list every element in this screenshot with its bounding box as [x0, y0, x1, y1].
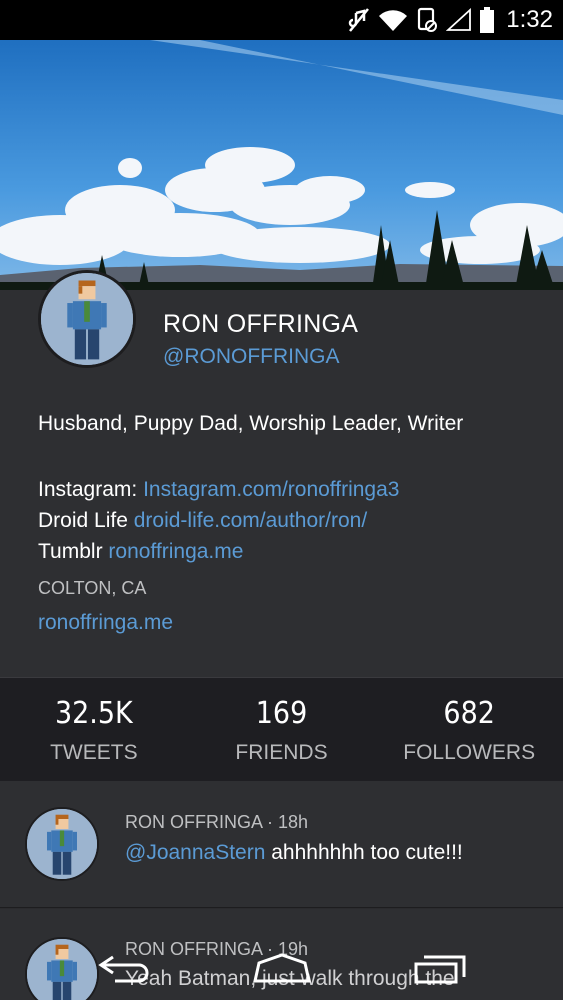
profile-bio: Husband, Puppy Dad, Worship Leader, Writ…	[38, 412, 464, 435]
navigation-bar	[0, 935, 563, 1000]
back-button[interactable]	[65, 935, 185, 1000]
tweet-time: 18h	[278, 812, 309, 832]
profile-links: Instagram: Instagram.com/ronoffringa3 Dr…	[38, 474, 399, 567]
bio-link-label: Instagram:	[38, 478, 138, 501]
status-bar: 1:32	[0, 0, 563, 40]
bio-link-line: Instagram: Instagram.com/ronoffringa3	[38, 474, 399, 505]
tumblr-link[interactable]: ronoffringa.me	[108, 540, 243, 563]
signal-icon	[446, 8, 472, 31]
profile-banner	[0, 40, 563, 290]
tweet-mention-link[interactable]: @JoannaStern	[125, 841, 265, 864]
tweet-body: ahhhhhhh too cute!!!	[265, 841, 463, 864]
profile-avatar[interactable]	[38, 270, 136, 368]
instagram-link[interactable]: Instagram.com/ronoffringa3	[143, 478, 399, 501]
profile-website-link[interactable]: ronoffringa.me	[38, 611, 173, 635]
avatar-image	[27, 809, 97, 879]
stat-label: FOLLOWERS	[403, 741, 536, 764]
profile-handle[interactable]: @RONOFFRINGA	[163, 345, 339, 369]
stat-count: 169	[255, 696, 308, 731]
stat-count: 682	[443, 696, 495, 731]
stat-followers[interactable]: 682 FOLLOWERS	[375, 678, 563, 781]
profile-stats: 32.5K TWEETS 169 FRIENDS 682 FOLLOWERS	[0, 677, 563, 781]
bio-link-label: Droid Life	[38, 509, 128, 532]
home-button[interactable]	[222, 935, 342, 1000]
stat-friends[interactable]: 169 FRIENDS	[188, 678, 376, 781]
clock: 1:32	[506, 6, 553, 33]
recent-apps-button[interactable]	[380, 935, 500, 1000]
back-icon	[98, 955, 149, 982]
tweet-author: RON OFFRINGA	[125, 812, 263, 832]
battery-icon	[480, 7, 495, 33]
tweet-avatar[interactable]	[25, 807, 99, 881]
bio-link-line: Tumblr ronoffringa.me	[38, 536, 399, 567]
stat-label: FRIENDS	[235, 741, 328, 764]
recent-apps-icon	[414, 955, 466, 983]
stat-count: 32.5K	[54, 696, 133, 731]
tweet-meta: RON OFFRINGA · 18h	[125, 812, 309, 832]
bio-link-line: Droid Life droid-life.com/author/ron/	[38, 505, 399, 536]
bio-link-label: Tumblr	[38, 540, 103, 563]
stat-tweets[interactable]: 32.5K TWEETS	[0, 678, 188, 781]
banner-image	[0, 40, 563, 290]
nfc-icon	[418, 7, 438, 32]
profile-name: RON OFFRINGA	[163, 310, 359, 338]
tweet-item[interactable]: RON OFFRINGA · 18h @JoannaStern ahhhhhhh…	[0, 781, 563, 908]
status-icons: 1:32	[348, 0, 553, 40]
stat-label: TWEETS	[50, 741, 138, 764]
home-icon	[253, 952, 311, 982]
profile-section: RON OFFRINGA @RONOFFRINGA Husband, Puppy…	[0, 270, 563, 677]
wifi-icon	[379, 10, 408, 31]
tweet-text: @JoannaStern ahhhhhhh too cute!!!	[125, 841, 463, 865]
droid-life-link[interactable]: droid-life.com/author/ron/	[134, 509, 367, 532]
avatar-image	[41, 273, 133, 365]
mute-icon	[349, 8, 370, 32]
profile-location: COLTON, CA	[38, 578, 147, 598]
